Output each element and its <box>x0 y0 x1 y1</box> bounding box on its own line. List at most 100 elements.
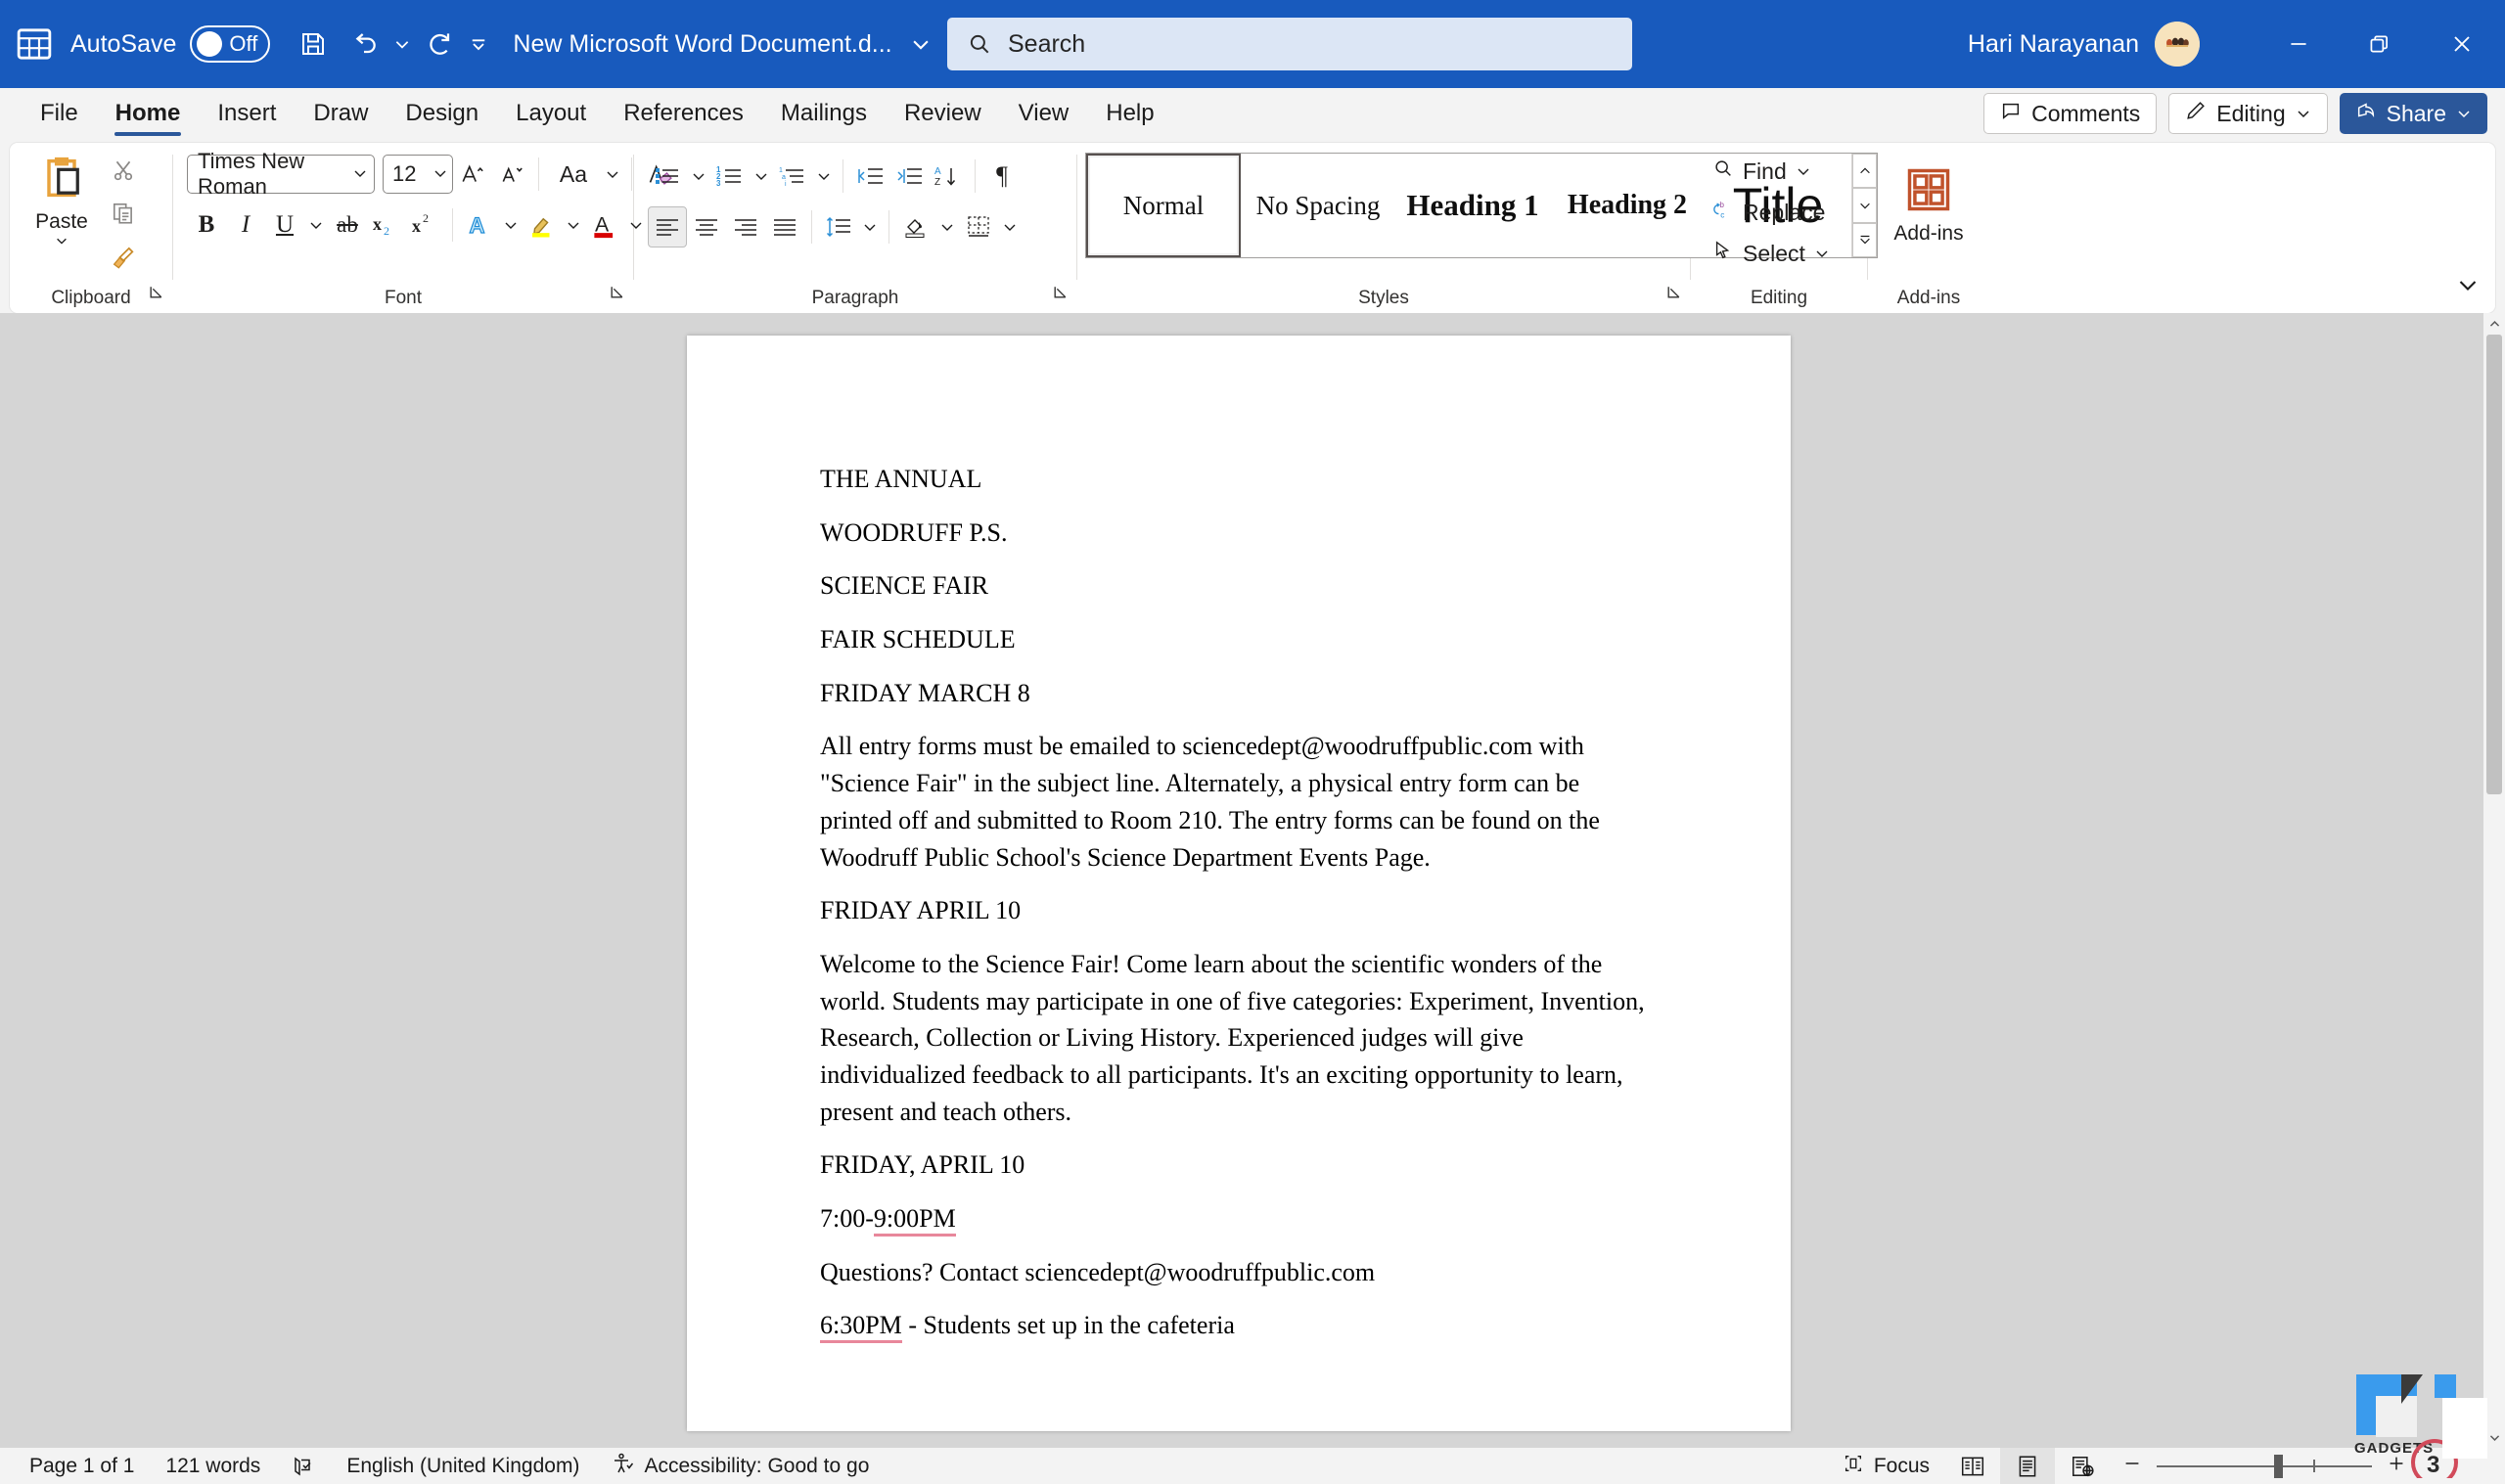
find-button[interactable]: Find <box>1707 151 1817 192</box>
tab-home[interactable]: Home <box>97 88 200 139</box>
replace-button[interactable]: bc Replace <box>1707 192 1831 233</box>
bullets-dropdown-icon[interactable] <box>687 155 710 198</box>
tab-file[interactable]: File <box>22 88 97 139</box>
tab-help[interactable]: Help <box>1087 88 1172 139</box>
minimize-icon[interactable] <box>2258 0 2339 88</box>
zoom-slider-thumb[interactable] <box>2274 1454 2283 1478</box>
decrease-indent-icon[interactable] <box>850 156 889 197</box>
font-name-select[interactable]: Times New Roman <box>187 149 375 199</box>
autosave-toggle[interactable]: Off <box>190 25 271 63</box>
borders-icon[interactable] <box>959 206 998 247</box>
page-content[interactable]: THE ANNUAL WOODRUFF P.S. SCIENCE FAIR FA… <box>687 336 1791 1344</box>
vertical-scrollbar[interactable] <box>2483 313 2505 1448</box>
tab-draw[interactable]: Draw <box>295 88 387 139</box>
accessibility-status[interactable]: Accessibility: Good to go <box>595 1448 885 1484</box>
language-indicator[interactable]: English (United Kingdom) <box>331 1448 595 1484</box>
tab-design[interactable]: Design <box>387 88 497 139</box>
grow-font-icon[interactable] <box>453 154 492 195</box>
zoom-out-icon[interactable] <box>2121 1453 2143 1480</box>
align-center-icon[interactable] <box>687 206 726 247</box>
tab-layout[interactable]: Layout <box>497 88 605 139</box>
tab-view[interactable]: View <box>1000 88 1088 139</box>
tab-references[interactable]: References <box>605 88 762 139</box>
borders-dropdown-icon[interactable] <box>998 205 1022 248</box>
proofing-icon[interactable] <box>276 1448 331 1484</box>
strikethrough-button[interactable]: ab <box>328 204 367 246</box>
underline-button[interactable]: U <box>265 204 304 246</box>
qat-overflow-icon[interactable] <box>466 19 491 69</box>
align-right-icon[interactable] <box>726 206 765 247</box>
word-count[interactable]: 121 words <box>150 1448 276 1484</box>
change-case-dropdown-icon[interactable] <box>601 153 624 196</box>
dialog-launcher-icon[interactable] <box>148 284 164 306</box>
font-color-icon[interactable]: A <box>585 204 624 246</box>
highlight-color-icon[interactable] <box>523 204 562 246</box>
dialog-launcher-icon[interactable] <box>609 284 625 306</box>
tab-insert[interactable]: Insert <box>199 88 295 139</box>
web-layout-icon[interactable] <box>2055 1448 2110 1484</box>
zoom-control[interactable] <box>2110 1453 2495 1480</box>
chevron-down-icon[interactable] <box>910 33 932 55</box>
scrollbar-thumb[interactable] <box>2486 335 2502 794</box>
zoom-slider[interactable] <box>2157 1454 2372 1478</box>
line-spacing-dropdown-icon[interactable] <box>858 205 882 248</box>
undo-dropdown-icon[interactable] <box>389 19 415 69</box>
addins-button[interactable]: Add-ins <box>1880 160 1978 246</box>
sort-az-icon[interactable]: AZ <box>929 156 968 197</box>
paragraph-marks-icon[interactable]: ¶ <box>982 156 1022 197</box>
close-icon[interactable] <box>2419 0 2505 88</box>
multilevel-list-icon[interactable]: 1ai <box>773 156 812 197</box>
tab-mailings[interactable]: Mailings <box>762 88 886 139</box>
copy-button[interactable] <box>102 192 145 235</box>
comments-button[interactable]: Comments <box>1983 93 2158 134</box>
editing-mode-button[interactable]: Editing <box>2168 93 2328 134</box>
scroll-down-icon[interactable] <box>2483 1426 2505 1448</box>
increase-indent-icon[interactable] <box>889 156 929 197</box>
shrink-font-icon[interactable] <box>492 154 531 195</box>
document-page[interactable]: THE ANNUAL WOODRUFF P.S. SCIENCE FAIR FA… <box>687 336 1791 1431</box>
superscript-button[interactable]: x2 <box>406 204 445 246</box>
change-case-icon[interactable]: Aa <box>546 154 601 195</box>
restore-icon[interactable] <box>2339 0 2419 88</box>
search-input[interactable]: Search <box>947 18 1632 70</box>
multilevel-dropdown-icon[interactable] <box>812 155 836 198</box>
undo-icon[interactable] <box>339 19 389 69</box>
redo-icon[interactable] <box>415 19 466 69</box>
select-button[interactable]: Select <box>1707 233 1836 274</box>
dialog-launcher-icon[interactable] <box>1052 284 1069 306</box>
style-no-spacing[interactable]: No Spacing <box>1241 154 1395 257</box>
save-icon[interactable] <box>288 19 339 69</box>
font-size-select[interactable]: 12 <box>383 155 453 194</box>
style-heading-1[interactable]: Heading 1 <box>1395 154 1550 257</box>
zoom-in-icon[interactable] <box>2386 1453 2407 1480</box>
text-effects-dropdown-icon[interactable] <box>499 203 523 247</box>
format-painter-button[interactable] <box>102 235 145 278</box>
style-normal[interactable]: Normal <box>1086 154 1241 257</box>
word-logo-icon[interactable] <box>14 23 55 65</box>
align-left-icon[interactable] <box>648 206 687 247</box>
text-effects-icon[interactable]: A <box>460 204 499 246</box>
numbering-dropdown-icon[interactable] <box>750 155 773 198</box>
line-spacing-icon[interactable] <box>819 206 858 247</box>
ribbon-collapse-icon[interactable] <box>2456 273 2480 301</box>
document-title[interactable]: New Microsoft Word Document.d... <box>513 30 891 59</box>
shading-icon[interactable] <box>896 206 935 247</box>
bullets-icon[interactable] <box>648 156 687 197</box>
paste-button[interactable]: Paste <box>23 149 100 252</box>
dialog-launcher-icon[interactable] <box>1665 284 1682 306</box>
underline-dropdown-icon[interactable] <box>304 203 328 247</box>
chevron-down-icon[interactable] <box>53 234 70 252</box>
read-mode-icon[interactable] <box>1945 1448 2000 1484</box>
avatar[interactable] <box>2155 22 2200 67</box>
highlight-dropdown-icon[interactable] <box>562 203 585 247</box>
style-heading-2[interactable]: Heading 2 <box>1550 154 1705 257</box>
tab-review[interactable]: Review <box>886 88 1000 139</box>
share-button[interactable]: Share <box>2339 93 2487 134</box>
cut-button[interactable] <box>102 149 145 192</box>
focus-button[interactable]: Focus <box>1827 1448 1945 1484</box>
shading-dropdown-icon[interactable] <box>935 205 959 248</box>
italic-button[interactable]: I <box>226 204 265 246</box>
justify-icon[interactable] <box>765 206 804 247</box>
bold-button[interactable]: B <box>187 204 226 246</box>
account-area[interactable]: Hari Narayanan <box>1968 0 2200 88</box>
